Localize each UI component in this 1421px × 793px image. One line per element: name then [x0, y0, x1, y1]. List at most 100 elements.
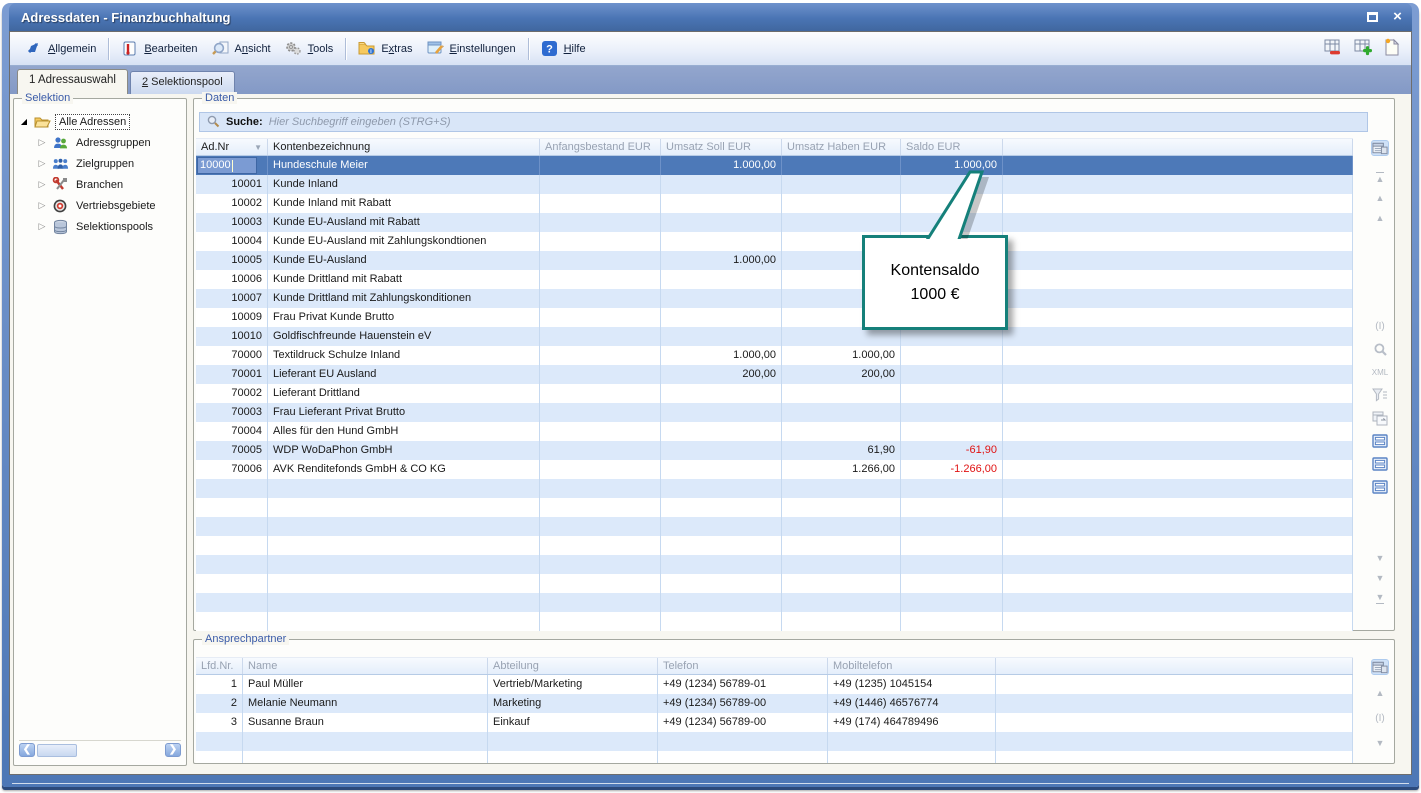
toolbar-item-label: Hilfe — [564, 43, 586, 55]
accounts-table-header: Ad.Nr▼KontenbezeichnungAnfangsbestand EU… — [196, 138, 1353, 156]
cell-empty — [540, 574, 661, 593]
tree-item-alle-adressen[interactable]: ◢Alle Adressen — [18, 111, 182, 132]
cell-mobiltelefon: +49 (174) 464789496 — [828, 713, 996, 732]
cell-adnr: 70000 — [196, 346, 268, 365]
copy-rows-icon[interactable] — [1371, 410, 1389, 426]
search-bar[interactable]: Suche: Hier Suchbegriff eingeben (STRG+S… — [199, 112, 1368, 132]
table-remove-button[interactable] — [1322, 37, 1343, 61]
window-pencil-icon — [427, 40, 445, 58]
account-row-70006[interactable]: 70006AVK Renditefonds GmbH & CO KG1.266,… — [196, 460, 1353, 479]
column-header-mobiltelefon[interactable]: Mobiltelefon — [828, 658, 996, 674]
card-view-icon[interactable] — [1371, 479, 1389, 495]
account-row-10009[interactable]: 10009Frau Privat Kunde Brutto — [196, 308, 1353, 327]
tree-item-branchen[interactable]: ▷Branchen — [18, 174, 182, 195]
account-row-10001[interactable]: 10001Kunde Inland — [196, 175, 1353, 194]
scroll-bottom-icon[interactable]: ▼ — [1371, 590, 1389, 606]
scrollbar-thumb[interactable] — [37, 744, 77, 757]
toolbar-item-tools[interactable]: Tools — [278, 37, 341, 61]
expand-icon[interactable]: ▷ — [36, 221, 48, 232]
daten-groupbox: Daten Suche: Hier Suchbegriff eingeben (… — [193, 98, 1395, 631]
card-view-icon[interactable] — [1371, 456, 1389, 472]
contact-row-1[interactable]: 1Paul MüllerVertrieb/Marketing+49 (1234)… — [196, 675, 1353, 694]
step-up-icon[interactable]: ▲ — [1371, 685, 1389, 701]
zoom-icon[interactable] — [1371, 341, 1389, 357]
cell-empty — [196, 536, 268, 555]
column-header-umsatz-haben-eur[interactable]: Umsatz Haben EUR — [782, 139, 901, 155]
tab-2-selektionspool[interactable]: 2 Selektionspool — [130, 71, 235, 94]
account-row-10006[interactable]: 10006Kunde Drittland mit Rabatt — [196, 270, 1353, 289]
step-up-icon[interactable]: ▲ — [1371, 210, 1389, 226]
account-row-70001[interactable]: 70001Lieferant EU Ausland200,00200,00 — [196, 365, 1353, 384]
toolbar-item-einstellungen[interactable]: Einstellungen — [420, 37, 523, 61]
cell-kontenbezeichnung: WDP WoDaPhon GmbH — [268, 441, 540, 460]
table-add-button[interactable] — [1352, 37, 1373, 61]
account-row-10007[interactable]: 10007Kunde Drittland mit Zahlungskonditi… — [196, 289, 1353, 308]
column-header-name[interactable]: Name — [243, 658, 488, 674]
account-row-10004[interactable]: 10004Kunde EU-Ausland mit Zahlungskondti… — [196, 232, 1353, 251]
expand-icon[interactable]: ▷ — [36, 179, 48, 190]
xml-icon[interactable]: XML — [1371, 364, 1389, 380]
tree-item-adressgruppen[interactable]: ▷Adressgruppen — [18, 132, 182, 153]
account-row-70005[interactable]: 70005WDP WoDaPhon GmbH61,90-61,90 — [196, 441, 1353, 460]
column-header-lfd-nr-[interactable]: Lfd.Nr. — [196, 658, 243, 674]
account-row-70002[interactable]: 70002Lieferant Drittland — [196, 384, 1353, 403]
search-input[interactable]: Hier Suchbegriff eingeben (STRG+S) — [269, 116, 451, 128]
search-label: Suche: — [226, 116, 263, 128]
tree-item-zielgruppen[interactable]: ▷Zielgruppen — [18, 153, 182, 174]
column-header-telefon[interactable]: Telefon — [658, 658, 828, 674]
toolbar-item-ansicht[interactable]: Ansicht — [205, 37, 278, 61]
account-row-70004[interactable]: 70004Alles für den Hund GmbH — [196, 422, 1353, 441]
step-down-icon[interactable]: ▼ — [1371, 735, 1389, 751]
column-chooser-icon[interactable] — [1371, 659, 1389, 675]
column-header-ad.nr[interactable]: Ad.Nr▼ — [196, 139, 268, 155]
expand-icon[interactable]: ▷ — [36, 158, 48, 169]
inline-cell-editor[interactable]: 10000 — [197, 157, 257, 174]
account-row-70003[interactable]: 70003Frau Lieferant Privat Brutto — [196, 403, 1353, 422]
step-down-icon[interactable]: ▼ — [1371, 550, 1389, 566]
cell-empty — [488, 751, 658, 763]
account-row-10005[interactable]: 10005Kunde EU-Ausland1.000,00 — [196, 251, 1353, 270]
expand-icon[interactable]: ▷ — [36, 200, 48, 211]
new-page-button[interactable] — [1382, 37, 1401, 61]
scroll-top-icon[interactable]: ▲ — [1371, 170, 1389, 186]
ansprechpartner-groupbox: Ansprechpartner Lfd.Nr.NameAbteilungTele… — [193, 639, 1395, 764]
expand-icon[interactable]: ▷ — [36, 137, 48, 148]
column-header-filler — [996, 658, 1353, 674]
page-down-icon[interactable]: ▼ — [1371, 570, 1389, 586]
tree-item-vertriebsgebiete[interactable]: ▷Vertriebsgebiete — [18, 195, 182, 216]
column-header-abteilung[interactable]: Abteilung — [488, 658, 658, 674]
account-row-70000[interactable]: 70000Textildruck Schulze Inland1.000,001… — [196, 346, 1353, 365]
scroll-right-icon[interactable]: ❯ — [165, 743, 181, 757]
contact-row-3[interactable]: 3Susanne BraunEinkauf+49 (1234) 56789-00… — [196, 713, 1353, 732]
column-header-umsatz-soll-eur[interactable]: Umsatz Soll EUR — [661, 139, 782, 155]
column-header-anfangsbestand-eur[interactable]: Anfangsbestand EUR — [540, 139, 661, 155]
scroll-left-icon[interactable]: ❮ — [19, 743, 35, 757]
column-header-saldo-eur[interactable]: Saldo EUR — [901, 139, 1003, 155]
column-chooser-icon[interactable] — [1371, 140, 1389, 156]
card-view-icon[interactable] — [1371, 433, 1389, 449]
collapse-icon[interactable]: ◢ — [18, 117, 30, 126]
close-button[interactable]: × — [1389, 10, 1406, 25]
band-box-icon[interactable]: (I) — [1371, 710, 1389, 726]
toolbar-item-bearbeiten[interactable]: Bearbeiten — [114, 37, 204, 61]
kontensaldo-callout: Kontensaldo 1000 € — [862, 235, 1008, 330]
account-row-10010[interactable]: 10010Goldfischfreunde Hauenstein eV — [196, 327, 1353, 346]
tree-item-selektionspools[interactable]: ▷Selektionspools — [18, 216, 182, 237]
cell-empty — [1003, 612, 1353, 631]
tree-horizontal-scrollbar[interactable]: ❮ ❯ — [19, 740, 181, 757]
column-header-kontenbezeichnung[interactable]: Kontenbezeichnung — [268, 139, 540, 155]
account-row-10000[interactable]: 10000Hundeschule Meier1.000,001.000,00 — [196, 156, 1353, 175]
cell-filler — [1003, 460, 1353, 479]
band-box-icon[interactable]: (I) — [1371, 318, 1389, 334]
restore-button[interactable] — [1364, 10, 1381, 25]
toolbar-item-allgemein[interactable]: Allgemein — [18, 37, 103, 61]
page-up-icon[interactable]: ▲ — [1371, 190, 1389, 206]
account-row-10002[interactable]: 10002Kunde Inland mit Rabatt — [196, 194, 1353, 213]
toolbar-item-extras[interactable]: iExtras — [351, 37, 419, 61]
tab-1-adressauswahl[interactable]: 1 Adressauswahl — [17, 69, 128, 94]
filter-icon[interactable] — [1371, 387, 1389, 403]
account-row-10003[interactable]: 10003Kunde EU-Ausland mit Rabatt — [196, 213, 1353, 232]
contact-row-2[interactable]: 2Melanie NeumannMarketing+49 (1234) 5678… — [196, 694, 1353, 713]
magnifier-doc-icon — [212, 40, 230, 58]
toolbar-item-hilfe[interactable]: ?Hilfe — [534, 37, 593, 61]
